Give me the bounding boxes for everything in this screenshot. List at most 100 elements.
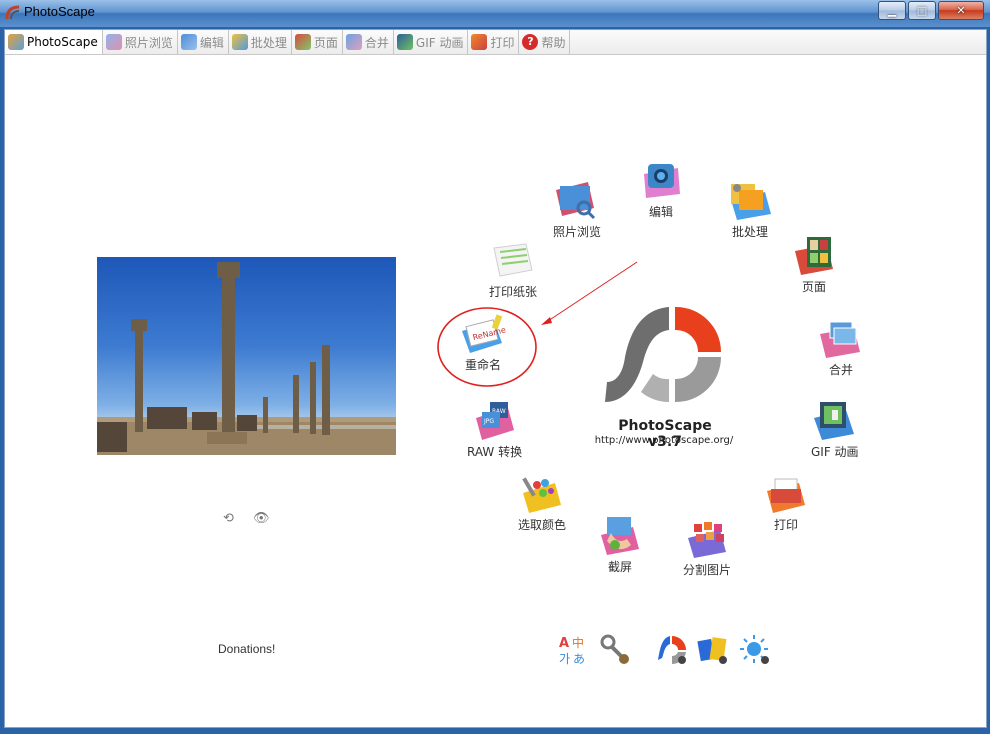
menu-raw-label: RAW 转换	[467, 445, 523, 459]
minimize-button[interactable]: ▁	[878, 1, 906, 20]
maximize-button[interactable]: □	[908, 1, 936, 20]
menu-raw[interactable]: RAW JPG RAW 转换	[467, 400, 522, 460]
menu-viewer[interactable]: 照片浏览	[553, 180, 601, 240]
raw-convert-icon: RAW JPG	[475, 402, 514, 440]
menu-gif-label: GIF 动画	[811, 445, 859, 459]
tab-label: 页面	[313, 35, 338, 50]
sun-icon[interactable]	[739, 634, 771, 666]
menu-print-paper-label: 打印纸张	[489, 285, 538, 299]
viewer-tab-icon	[105, 34, 122, 50]
tools-icon[interactable]	[599, 634, 631, 666]
menu-splitter-label: 分割图片	[683, 563, 732, 577]
close-icon: ✕	[956, 4, 966, 17]
photoscape-tab-icon	[8, 34, 24, 50]
photoscape-x-glyph	[658, 636, 686, 665]
menu-gif[interactable]: GIF 动画	[811, 400, 859, 460]
app-logo-icon	[5, 5, 20, 20]
tab-label: 批处理	[250, 35, 287, 50]
rename-icon: ReName	[462, 314, 506, 353]
print-tab-icon	[471, 34, 488, 50]
menu-screen-capture-label: 截屏	[607, 560, 632, 574]
menu-splitter[interactable]: 分割图片	[683, 518, 731, 578]
maximize-icon: □	[916, 4, 928, 17]
main-panel: PhotoScape 照片浏览 编辑 批处理 页面 合并 GIF 动画 打印 ?…	[4, 29, 987, 728]
gif-tab-icon	[396, 34, 413, 50]
menu-batch[interactable]: 批处理	[727, 180, 773, 240]
page-tab-icon	[294, 34, 311, 50]
batch-icon	[731, 184, 771, 220]
tab-combine[interactable]: 合并	[343, 30, 394, 54]
menu-editor[interactable]: 编辑	[638, 160, 684, 220]
editor-icon	[644, 164, 680, 198]
donations-link[interactable]: Donations!	[218, 642, 275, 656]
minimize-icon: ▁	[887, 4, 897, 17]
page-icon	[795, 237, 833, 275]
tab-gif[interactable]: GIF 动画	[394, 30, 469, 54]
slideshow-photo	[97, 257, 396, 455]
menu-rename[interactable]: ReName 重命名	[460, 313, 506, 373]
menu-page-label: 页面	[801, 280, 826, 294]
photoscape-logo	[605, 306, 721, 403]
menu-editor-label: 编辑	[648, 205, 673, 219]
tab-page[interactable]: 页面	[292, 30, 343, 54]
tab-label: 帮助	[541, 35, 566, 50]
title-bar[interactable]: PhotoScape ▁ □ ✕	[0, 0, 990, 27]
menu-batch-label: 批处理	[731, 225, 768, 239]
rotate-photo-icon[interactable]: ⟲	[223, 511, 234, 526]
view-photo-icon[interactable]: 👁	[253, 511, 270, 526]
language-glyph: A 中 가 あ	[559, 635, 585, 666]
tab-viewer[interactable]: 照片浏览	[103, 30, 178, 54]
photoscape-x-icon[interactable]	[656, 634, 688, 666]
menu-viewer-label: 照片浏览	[553, 225, 602, 239]
menu-combine-label: 合并	[828, 363, 853, 377]
tab-label: 合并	[364, 35, 389, 50]
splitter-icon	[688, 522, 726, 558]
tab-batch[interactable]: 批处理	[229, 30, 292, 54]
wrench-glyph	[600, 634, 629, 664]
tab-print[interactable]: 打印	[468, 30, 520, 54]
window-title: PhotoScape	[24, 4, 95, 19]
batch-tab-icon	[231, 34, 248, 50]
svg-text:가: 가	[559, 652, 570, 666]
svg-text:A: A	[559, 636, 569, 651]
tab-photoscape[interactable]: PhotoScape	[5, 30, 103, 54]
menu-combine[interactable]: 合并	[818, 318, 864, 378]
tab-label: 编辑	[199, 35, 224, 50]
tab-bar: PhotoScape 照片浏览 编辑 批处理 页面 合并 GIF 动画 打印 ?…	[5, 30, 986, 55]
annotation-arrowhead	[541, 317, 552, 325]
menu-print-paper[interactable]: 打印纸张	[489, 240, 537, 300]
tab-label: 照片浏览	[124, 35, 173, 50]
menu-print-label: 打印	[773, 518, 798, 532]
screen-capture-icon	[601, 517, 639, 555]
help-tab-icon: ?	[522, 34, 539, 50]
close-button[interactable]: ✕	[938, 1, 984, 20]
logo-url[interactable]: http://www.photoscape.org/	[593, 435, 735, 446]
tab-label: PhotoScape	[27, 35, 98, 49]
photo-image	[97, 262, 396, 455]
menu-print[interactable]: 打印	[763, 473, 809, 533]
svg-text:中: 中	[572, 635, 584, 650]
gif-animation-icon	[813, 402, 854, 440]
tab-editor[interactable]: 编辑	[178, 30, 229, 54]
menu-color-picker-label: 选取颜色	[518, 518, 567, 532]
splash-icon[interactable]	[697, 634, 729, 666]
viewer-icon	[556, 182, 596, 220]
combine-tab-icon	[345, 34, 362, 50]
menu-screen-capture[interactable]: 截屏	[597, 515, 643, 575]
menu-page[interactable]: 页面	[791, 235, 837, 295]
svg-text:あ: あ	[573, 652, 585, 666]
color-picker-icon	[522, 477, 561, 513]
svg-text:JPG: JPG	[483, 418, 494, 425]
menu-color-picker[interactable]: 选取颜色	[518, 473, 566, 533]
editor-tab-icon	[180, 34, 197, 50]
printer-icon	[767, 478, 805, 513]
paper-print-icon	[493, 243, 533, 277]
tab-label: 打印	[490, 35, 515, 50]
sun-glyph	[740, 635, 769, 664]
combine-icon	[820, 321, 860, 358]
photo-cards-glyph	[697, 637, 727, 664]
language-icon[interactable]: A 中 가 あ	[558, 634, 590, 666]
tab-help[interactable]: ? 帮助	[519, 30, 571, 54]
tab-label: GIF 动画	[415, 35, 464, 50]
app-window: PhotoScape ▁ □ ✕ PhotoScape 照片浏览 编辑 批处理	[0, 0, 990, 734]
